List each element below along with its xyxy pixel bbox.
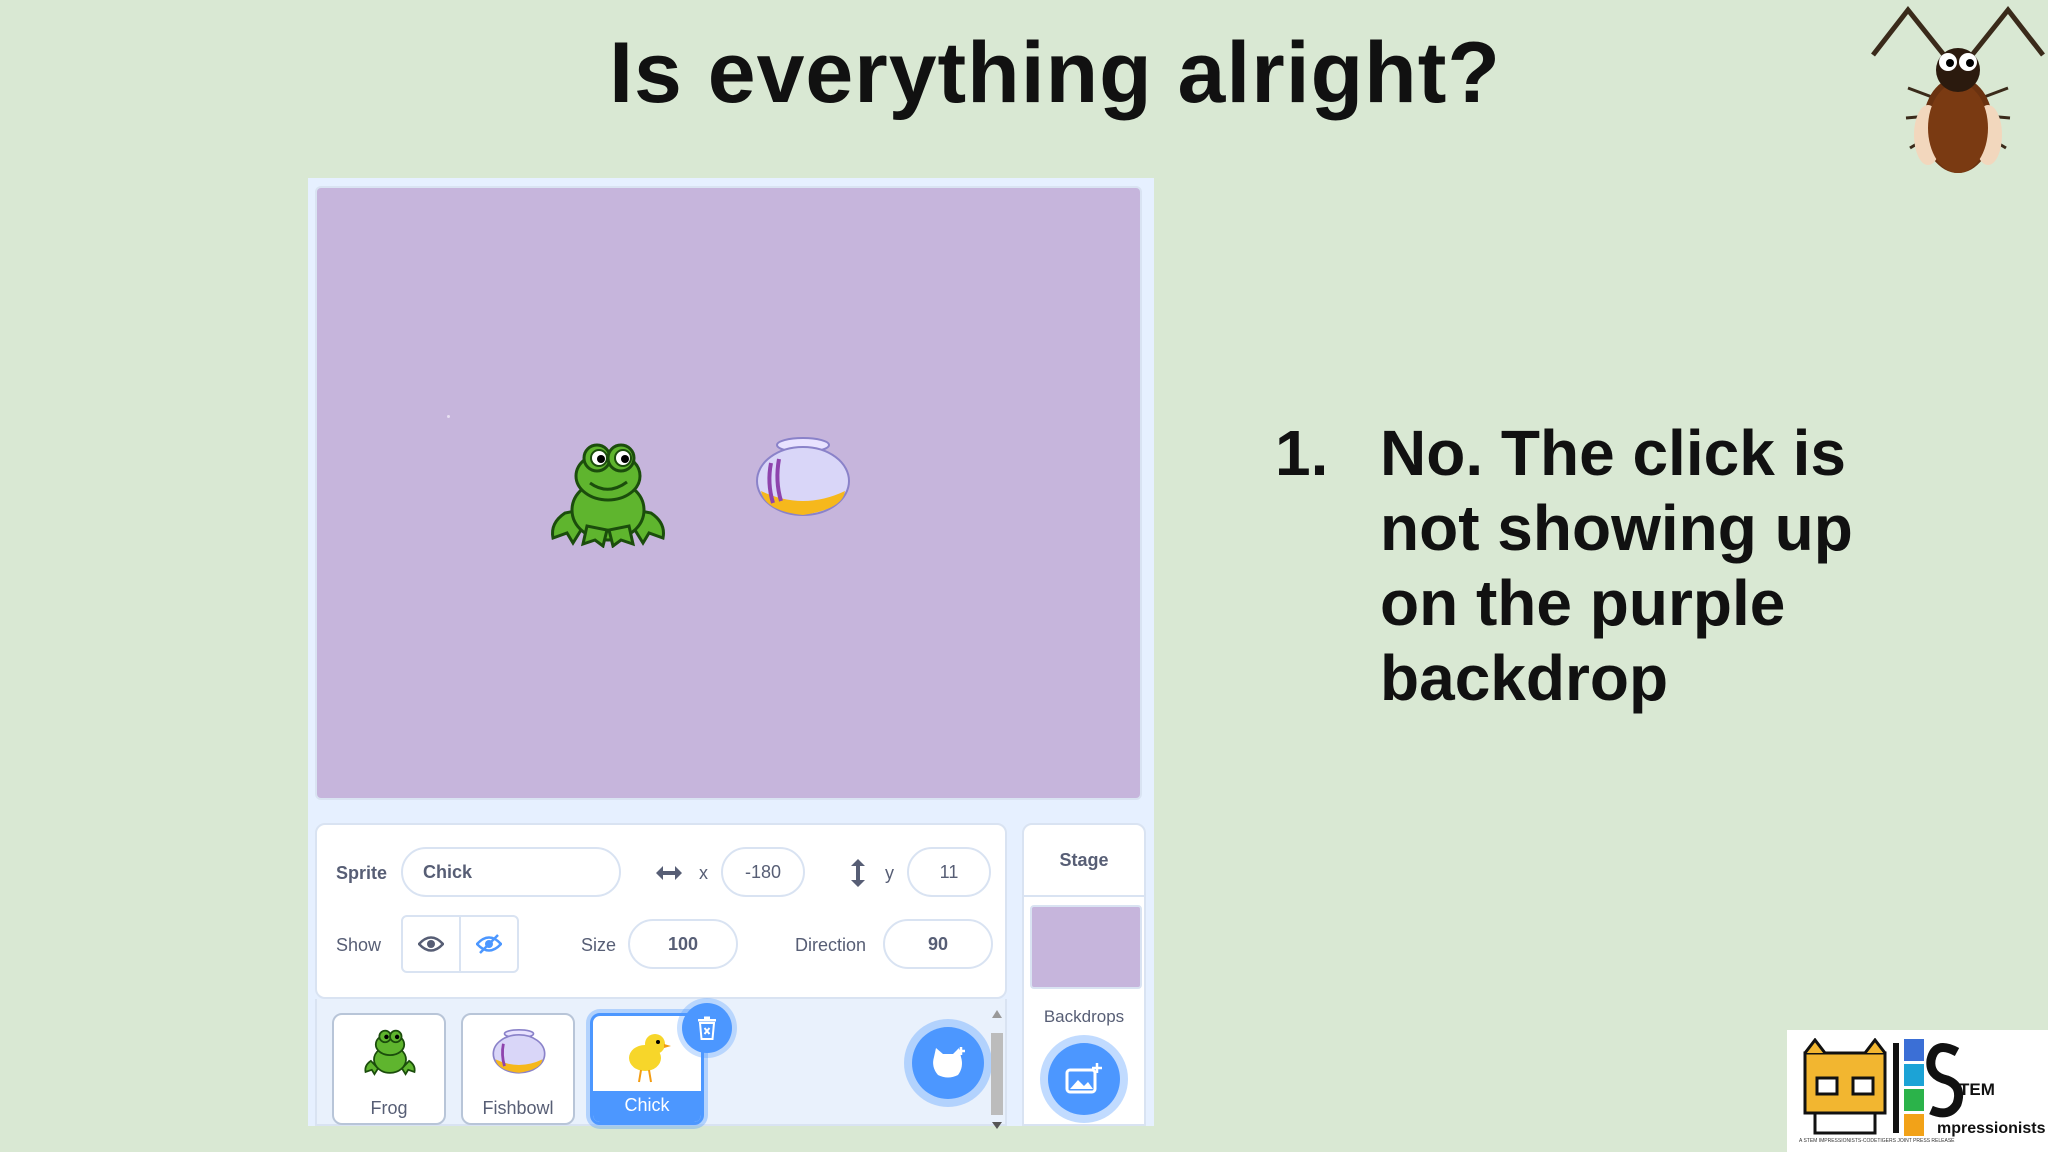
delete-sprite-button[interactable]	[682, 1003, 732, 1053]
answer-number: 1.	[1275, 417, 1329, 489]
sprite-info-panel: Sprite Chick x -180 y 11 Show Size 100 D…	[315, 823, 1007, 999]
stem-impressionists-logo: TEM mpressionists A STEM IMPRESSIONISTS-…	[1787, 1030, 2048, 1152]
sprite-tile-label: Frog	[370, 1098, 408, 1118]
sprite-tile-label: Fishbowl	[482, 1098, 554, 1118]
sprite-label: Sprite	[336, 863, 388, 883]
sprite-name-input[interactable]: Chick	[401, 847, 621, 897]
choose-backdrop-button[interactable]	[1048, 1043, 1120, 1115]
choose-sprite-button[interactable]	[912, 1027, 984, 1099]
scroll-up-icon	[992, 1010, 1002, 1018]
answer-text: No. The click is not showing up on the p…	[1380, 417, 1853, 714]
vertical-arrows-icon	[851, 859, 865, 887]
sprite-tile-fishbowl[interactable]: Fishbowl	[461, 1013, 575, 1125]
visibility-toggle	[401, 915, 519, 973]
stage-thumbnail[interactable]	[1030, 905, 1142, 989]
direction-input[interactable]: 90	[883, 919, 993, 969]
stem-fine-print: A STEM IMPRESSIONISTS-CODETIGERS JOINT P…	[1799, 1138, 1955, 1144]
sprite-list: Frog Fishbowl Chick	[315, 999, 1007, 1129]
eye-slash-icon	[476, 934, 502, 954]
stem-squares-icon	[1904, 1039, 1924, 1136]
frog-thumbnail	[364, 1029, 416, 1076]
size-label: Size	[581, 935, 617, 955]
trash-icon	[698, 1016, 716, 1040]
frog-sprite[interactable]	[545, 438, 671, 548]
hide-button[interactable]	[459, 917, 517, 971]
x-label: x	[699, 863, 708, 883]
cat-plus-icon	[933, 1047, 965, 1078]
y-label: y	[885, 863, 894, 883]
sprite-tile-label: Chick	[593, 1091, 701, 1122]
stage-canvas[interactable]	[315, 186, 1142, 800]
slide-title: Is everything alright?	[609, 25, 1501, 121]
direction-label: Direction	[795, 935, 867, 955]
sprite-tile-frog[interactable]: Frog	[332, 1013, 446, 1125]
chick-thumbnail	[629, 1034, 671, 1083]
fishbowl-thumbnail	[492, 1028, 546, 1074]
show-label: Show	[336, 935, 382, 955]
stem-logo-text-2: mpressionists	[1937, 1120, 2046, 1137]
fishbowl-sprite[interactable]	[753, 433, 853, 519]
stage-panel[interactable]: Stage Backdrops	[1022, 823, 1146, 1126]
tiger-logo-icon	[1803, 1038, 1899, 1135]
y-input[interactable]: 11	[907, 847, 991, 897]
x-input[interactable]: -180	[721, 847, 805, 897]
image-plus-icon	[1065, 1063, 1102, 1094]
backdrops-label: Backdrops	[1043, 1007, 1125, 1026]
sprite-list-scrollbar[interactable]	[989, 1007, 1005, 1129]
eye-icon	[418, 936, 444, 952]
cockroach-logo	[1871, 5, 2045, 173]
stem-logo-text-1: TEM	[1959, 1080, 1995, 1099]
horizontal-arrows-icon	[656, 866, 682, 880]
stage-label: Stage	[1024, 825, 1144, 897]
size-input[interactable]: 100	[628, 919, 738, 969]
click-dot	[447, 415, 450, 418]
scroll-down-icon	[992, 1122, 1002, 1129]
show-button[interactable]	[403, 917, 459, 971]
scrollbar-thumb[interactable]	[991, 1033, 1003, 1115]
scratch-editor: Sprite Chick x -180 y 11 Show Size 100 D…	[308, 178, 1154, 1129]
